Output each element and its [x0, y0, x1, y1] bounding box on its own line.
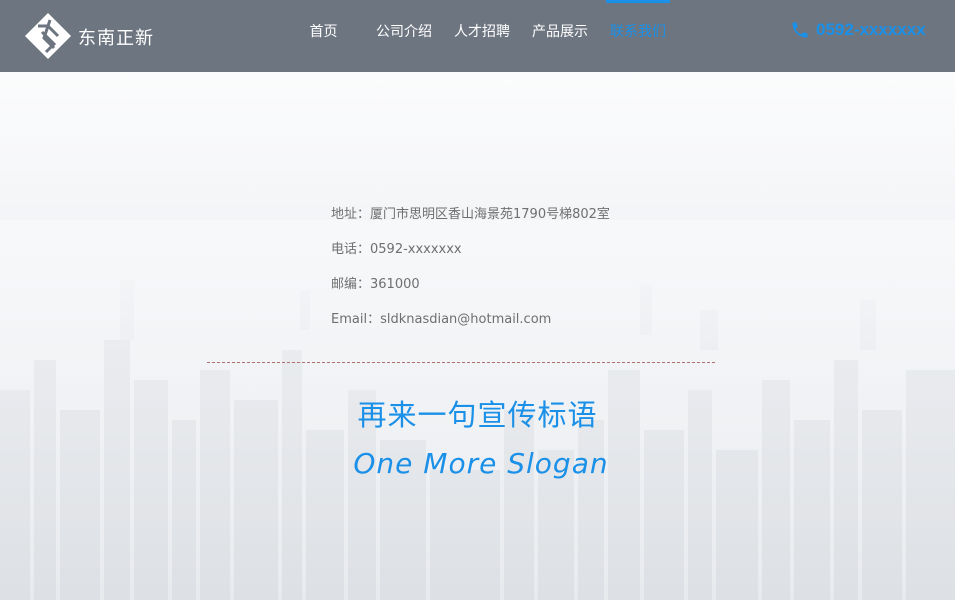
main-nav: 首页 公司介绍 人才招聘 产品展示 联系我们 — [300, 0, 670, 72]
contact-email[interactable]: Email：sldknasdian@hotmail.com — [331, 309, 610, 344]
brand-logo[interactable]: 东南正新 — [24, 12, 164, 60]
contact-address: 地址：厦门市思明区香山海景苑1790号梯802室 — [331, 207, 610, 222]
contact-postcode: 邮编：361000 — [331, 277, 420, 292]
nav-products[interactable]: 产品展示 — [528, 0, 592, 72]
nav-company-intro[interactable]: 公司介绍 — [372, 0, 436, 72]
nav-contact[interactable]: 联系我们 — [606, 0, 670, 72]
slogan-chinese: 再来一句宣传标语 — [357, 398, 598, 432]
contact-tel: 电话：0592-xxxxxxx — [331, 242, 462, 257]
diamond-logo-icon — [25, 13, 71, 59]
contact-info: 地址：厦门市思明区香山海景苑1790号梯802室 电话：0592-xxxxxxx… — [331, 204, 610, 344]
section-divider — [207, 362, 715, 363]
header-phone[interactable]: 0592-xxxxxxx — [790, 20, 926, 40]
brand-name: 东南正新 — [78, 28, 154, 49]
slogan-english: One More Slogan — [353, 447, 609, 480]
nav-recruitment[interactable]: 人才招聘 — [450, 0, 514, 72]
header-phone-number: 0592-xxxxxxx — [816, 20, 926, 39]
top-header: 东南正新 首页 公司介绍 人才招聘 产品展示 联系我们 0592-xxxxxxx — [0, 0, 955, 72]
phone-icon — [792, 22, 808, 38]
nav-home[interactable]: 首页 — [300, 0, 347, 72]
